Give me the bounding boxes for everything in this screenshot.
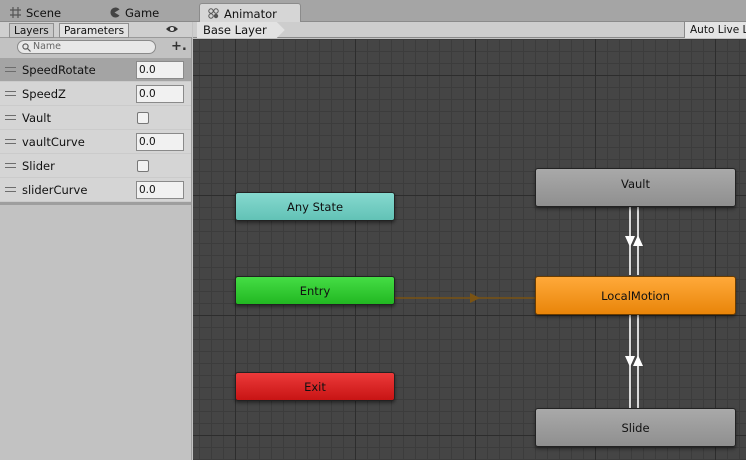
float-value-field[interactable]: 0.0 bbox=[136, 133, 184, 151]
search-icon bbox=[22, 43, 31, 52]
parameter-name: Slider bbox=[22, 159, 55, 173]
drag-handle-icon[interactable] bbox=[5, 115, 16, 120]
tab-layers[interactable]: Layers bbox=[9, 23, 54, 38]
entry-transition-arrow-icon bbox=[470, 293, 480, 303]
state-vault[interactable]: Vault bbox=[535, 168, 736, 207]
state-localmotion[interactable]: LocalMotion bbox=[535, 276, 736, 315]
parameter-row[interactable]: Vault bbox=[0, 106, 191, 130]
tab-scene-label: Scene bbox=[26, 5, 62, 20]
drag-handle-icon[interactable] bbox=[5, 67, 16, 72]
panel-tabs: Layers Parameters bbox=[0, 22, 192, 38]
eye-icon[interactable] bbox=[165, 24, 179, 34]
list-divider bbox=[0, 202, 191, 205]
state-any-state[interactable]: Any State bbox=[235, 192, 395, 221]
tab-game[interactable]: Game bbox=[101, 3, 167, 22]
parameters-panel: Layers Parameters Name +. SpeedRotate 0.… bbox=[0, 22, 192, 460]
grid-icon bbox=[10, 7, 21, 18]
parameter-name: SpeedZ bbox=[22, 87, 66, 101]
add-parameter-button[interactable]: +. bbox=[171, 39, 187, 54]
tab-game-label: Game bbox=[125, 5, 160, 20]
float-value-field[interactable]: 0.0 bbox=[136, 85, 184, 103]
parameter-name: Vault bbox=[22, 111, 52, 125]
tab-animator-label: Animator bbox=[224, 6, 277, 21]
bool-checkbox[interactable] bbox=[137, 112, 149, 124]
parameter-list: SpeedRotate 0.0 SpeedZ 0.0 Vault vaultCu… bbox=[0, 58, 191, 202]
parameter-row[interactable]: vaultCurve 0.0 bbox=[0, 130, 191, 154]
animator-icon bbox=[208, 8, 219, 19]
tab-scene[interactable]: Scene bbox=[2, 3, 69, 22]
parameter-name: SpeedRotate bbox=[22, 63, 96, 77]
tab-parameters[interactable]: Parameters bbox=[59, 23, 130, 38]
drag-handle-icon[interactable] bbox=[5, 163, 16, 168]
bool-checkbox[interactable] bbox=[137, 160, 149, 172]
parameter-row[interactable]: SpeedRotate 0.0 bbox=[0, 58, 191, 82]
parameter-search-input[interactable]: Name bbox=[17, 40, 156, 54]
drag-handle-icon[interactable] bbox=[5, 139, 16, 144]
parameter-name: vaultCurve bbox=[22, 135, 85, 149]
breadcrumb-base-layer[interactable]: Base Layer bbox=[197, 22, 285, 38]
pacman-icon bbox=[110, 7, 120, 18]
drag-handle-icon[interactable] bbox=[5, 187, 16, 192]
window-tab-bar: Scene Game Animator bbox=[0, 0, 746, 23]
tab-animator[interactable]: Animator bbox=[199, 3, 301, 23]
state-slide[interactable]: Slide bbox=[535, 408, 736, 447]
graph-toolbar: Base Layer Auto Live L bbox=[193, 22, 746, 38]
auto-live-link-toggle[interactable]: Auto Live L bbox=[684, 22, 746, 38]
state-exit[interactable]: Exit bbox=[235, 372, 395, 401]
float-value-field[interactable]: 0.0 bbox=[136, 181, 184, 199]
parameter-row[interactable]: Slider bbox=[0, 154, 191, 178]
search-placeholder: Name bbox=[33, 41, 62, 52]
parameter-row[interactable]: SpeedZ 0.0 bbox=[0, 82, 191, 106]
float-value-field[interactable]: 0.0 bbox=[136, 61, 184, 79]
state-machine-graph[interactable]: Any State Entry Exit Vault LocalMotion S… bbox=[193, 39, 746, 460]
parameter-name: sliderCurve bbox=[22, 183, 88, 197]
parameter-row[interactable]: sliderCurve 0.0 bbox=[0, 178, 191, 202]
state-entry[interactable]: Entry bbox=[235, 276, 395, 305]
drag-handle-icon[interactable] bbox=[5, 91, 16, 96]
